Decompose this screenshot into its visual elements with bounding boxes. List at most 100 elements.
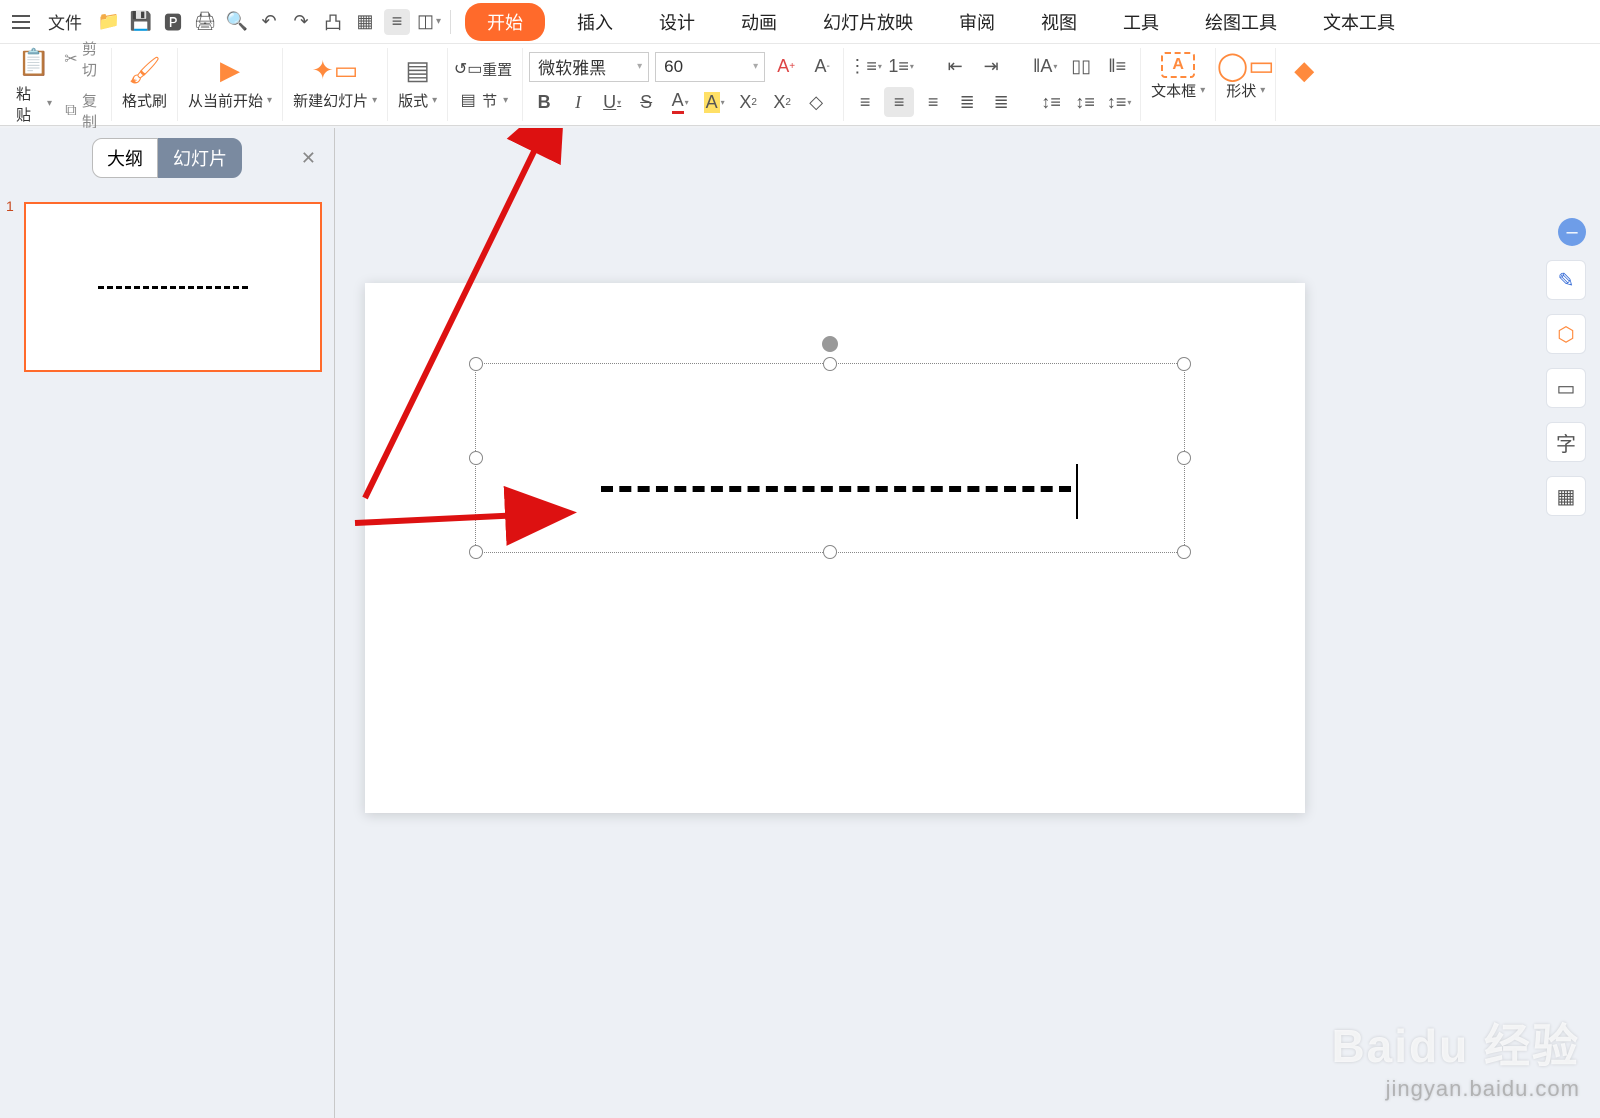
tab-slides[interactable]: 幻灯片: [158, 138, 242, 178]
bold-icon[interactable]: B: [529, 87, 559, 117]
float-fill-icon[interactable]: ⬡: [1546, 314, 1586, 354]
tool-b-icon[interactable]: ▦: [352, 9, 378, 35]
bullets-icon[interactable]: ⋮≡▾: [850, 52, 880, 82]
tab-animation[interactable]: 动画: [727, 3, 791, 41]
increase-indent-icon[interactable]: ⇥: [976, 52, 1006, 82]
italic-icon[interactable]: I: [563, 87, 593, 117]
layout-group: ▤ 版式: [388, 48, 448, 121]
shape-button[interactable]: ◯▭ 形状: [1222, 50, 1269, 103]
undo-icon[interactable]: ↶: [256, 9, 282, 35]
more-group: ◆: [1276, 48, 1332, 121]
text-direction-icon[interactable]: ‖A▾: [1030, 52, 1060, 82]
canvas-area: – ✎ ⬡ ▭ 字 ▦ Baidu 经验 jingyan.baidu.com: [335, 128, 1600, 1118]
float-grid-icon[interactable]: ▦: [1546, 476, 1586, 516]
line-spacing-down-icon[interactable]: ↕≡: [1070, 87, 1100, 117]
watermark-url: jingyan.baidu.com: [1331, 1076, 1580, 1102]
clear-format-icon[interactable]: ◇: [801, 87, 831, 117]
resize-handle-mr[interactable]: [1177, 451, 1191, 465]
float-text-icon[interactable]: 字: [1546, 422, 1586, 462]
align-center-icon[interactable]: ≡: [884, 87, 914, 117]
cut-button[interactable]: ✂剪切: [60, 36, 107, 82]
hamburger-menu-icon[interactable]: [8, 9, 34, 35]
play-icon: ▶: [212, 52, 248, 88]
slide-thumbnail-1[interactable]: [24, 202, 322, 372]
resize-handle-bm[interactable]: [823, 545, 837, 559]
new-slide-button[interactable]: ✦▭ 新建幻灯片: [289, 50, 381, 113]
line-spacing-icon[interactable]: ↕≡▾: [1104, 87, 1134, 117]
align-justify-icon[interactable]: ≣: [952, 87, 982, 117]
decrease-indent-icon[interactable]: ⇤: [940, 52, 970, 82]
quick-tools-more-icon[interactable]: ◫: [416, 9, 442, 35]
slide-canvas[interactable]: [365, 283, 1305, 813]
print-preview-icon[interactable]: 🔍: [224, 9, 250, 35]
subscript-icon[interactable]: X2: [767, 87, 797, 117]
resize-handle-bl[interactable]: [469, 545, 483, 559]
panel-close-icon[interactable]: ✕: [301, 148, 316, 169]
font-name-combo[interactable]: 微软雅黑: [529, 52, 649, 82]
save-icon[interactable]: 💾: [128, 9, 154, 35]
print-icon[interactable]: 🖨: [192, 9, 218, 35]
float-tools: – ✎ ⬡ ▭ 字 ▦: [1546, 218, 1586, 516]
tab-text-tools[interactable]: 文本工具: [1309, 3, 1409, 41]
tab-drawing-tools[interactable]: 绘图工具: [1191, 3, 1291, 41]
redo-icon[interactable]: ↷: [288, 9, 314, 35]
resize-handle-ml[interactable]: [469, 451, 483, 465]
tab-tools[interactable]: 工具: [1109, 3, 1173, 41]
tab-slideshow[interactable]: 幻灯片放映: [809, 3, 927, 41]
highlight-icon[interactable]: A▾: [699, 87, 729, 117]
from-current-button[interactable]: ▶ 从当前开始: [184, 50, 276, 113]
font-group: 微软雅黑 60 A+ A- B I U▾ S A▾ A▾ X2 X2 ◇: [523, 48, 844, 121]
resize-handle-tl[interactable]: [469, 357, 483, 371]
resize-handle-tr[interactable]: [1177, 357, 1191, 371]
tab-home[interactable]: 开始: [465, 3, 545, 41]
decrease-font-icon[interactable]: A-: [807, 52, 837, 82]
tool-c-icon[interactable]: ≡: [384, 9, 410, 35]
open-icon[interactable]: 📁: [96, 9, 122, 35]
copy-button[interactable]: ⧉复制: [60, 88, 107, 134]
format-painter-button[interactable]: 🖌 格式刷: [118, 50, 171, 113]
numbering-icon[interactable]: 1≡▾: [886, 52, 916, 82]
selected-textbox[interactable]: [475, 363, 1185, 553]
resize-handle-br[interactable]: [1177, 545, 1191, 559]
float-collapse-icon[interactable]: –: [1558, 218, 1586, 246]
file-menu[interactable]: 文件: [40, 5, 90, 38]
slide-thumb-wrap: 1: [8, 202, 326, 372]
float-display-icon[interactable]: ▭: [1546, 368, 1586, 408]
new-slide-group: ✦▭ 新建幻灯片: [283, 48, 388, 121]
fill-icon: ◆: [1286, 52, 1322, 88]
align-right-icon[interactable]: ≡: [918, 87, 948, 117]
layout-button[interactable]: ▤ 版式: [394, 50, 441, 113]
rotate-handle[interactable]: [822, 336, 838, 352]
resize-handle-tm[interactable]: [823, 357, 837, 371]
font-color-icon[interactable]: A▾: [665, 87, 695, 117]
font-size-combo[interactable]: 60: [655, 52, 765, 82]
superscript-icon[interactable]: X2: [733, 87, 763, 117]
tab-insert[interactable]: 插入: [563, 3, 627, 41]
new-slide-icon: ✦▭: [317, 52, 353, 88]
copy-label: 复制: [82, 90, 103, 132]
more-drawing-button[interactable]: ◆: [1282, 50, 1326, 90]
slide-number: 1: [6, 198, 14, 214]
text-cursor: [1076, 464, 1078, 519]
columns-icon[interactable]: ▯▯: [1066, 52, 1096, 82]
layout-label: 版式: [398, 90, 437, 111]
reset-button[interactable]: ↺▭重置: [454, 57, 516, 82]
float-pen-icon[interactable]: ✎: [1546, 260, 1586, 300]
section-button[interactable]: ▤节: [454, 88, 512, 113]
format-painter-group: 🖌 格式刷: [112, 48, 178, 121]
align-left-icon[interactable]: ≡: [850, 87, 880, 117]
textbox-button[interactable]: 文本框: [1147, 50, 1209, 103]
increase-font-icon[interactable]: A+: [771, 52, 801, 82]
line-spacing-up-icon[interactable]: ↕≡: [1036, 87, 1066, 117]
underline-icon[interactable]: U▾: [597, 87, 627, 117]
paste-button[interactable]: 📋 粘贴: [12, 43, 56, 127]
tab-outline[interactable]: 大纲: [92, 138, 158, 178]
export-pdf-icon[interactable]: 🅿: [160, 9, 186, 35]
align-text-icon[interactable]: ‖≡: [1102, 52, 1132, 82]
strikethrough-icon[interactable]: S: [631, 87, 661, 117]
tab-review[interactable]: 审阅: [945, 3, 1009, 41]
tool-a-icon[interactable]: 凸: [320, 9, 346, 35]
tab-view[interactable]: 视图: [1027, 3, 1091, 41]
align-distribute-icon[interactable]: ≣: [986, 87, 1016, 117]
tab-design[interactable]: 设计: [645, 3, 709, 41]
